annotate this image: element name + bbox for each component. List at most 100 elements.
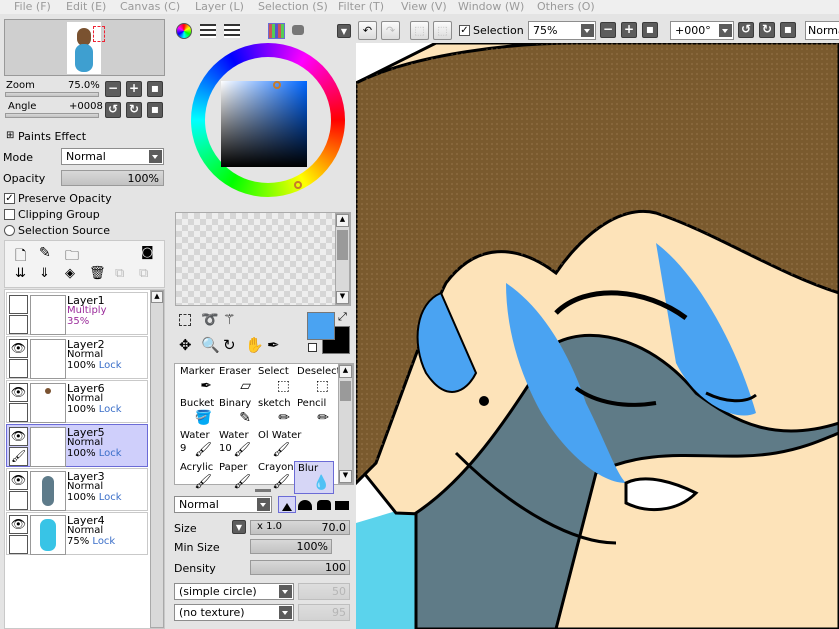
rotate-right-button[interactable]: ↻ (126, 102, 142, 118)
shape-strength-slider[interactable]: 50 (298, 583, 350, 600)
zoom-icon[interactable]: 🔍 (201, 336, 220, 354)
tool-blur[interactable]: Blur 💧 (294, 461, 334, 494)
eyedropper-icon[interactable]: ✒ (267, 336, 280, 354)
round-edge-shape-icon[interactable] (317, 500, 331, 510)
hue-cursor[interactable] (294, 181, 302, 189)
flat-edge-shape-icon[interactable] (335, 501, 349, 510)
canvas-rotate-right-button[interactable]: ↻ (759, 22, 775, 38)
layer-list-scrollbar[interactable]: ▲ (150, 290, 164, 628)
selection-visibility-checkbox[interactable]: ✓ (459, 25, 470, 36)
new-vector-layer-icon[interactable]: ✎ (39, 245, 51, 261)
layer-row-layer1[interactable]: Layer1 Multiply 35% (6, 292, 148, 335)
panel-menu-button[interactable]: ▼ (337, 24, 351, 38)
navigator-preview[interactable] (4, 19, 165, 76)
canvas-rotate-left-button[interactable]: ↺ (738, 22, 754, 38)
tool-paper[interactable]: Paper 🖌 (216, 461, 254, 492)
layer-row-layer3[interactable]: 👁 Layer3 Normal 100% Lock (6, 468, 148, 511)
scroll-down-button[interactable]: ▼ (336, 291, 349, 304)
rect-select-icon[interactable] (179, 314, 191, 326)
scroll-up-button[interactable]: ▲ (151, 291, 163, 303)
scratchpad-tab-icon[interactable] (292, 25, 304, 35)
tool-sketch[interactable]: sketch ✏ (255, 397, 293, 428)
canvas-zoom-in-button[interactable]: + (621, 22, 637, 38)
angle-slider[interactable] (5, 113, 99, 118)
zoom-out-button[interactable]: − (105, 81, 121, 97)
hand-icon[interactable]: ✋ (245, 336, 264, 354)
opacity-slider[interactable]: 100% (61, 170, 164, 186)
soft-edge-shape-icon[interactable] (298, 500, 312, 510)
scroll-down-button[interactable]: ▼ (339, 470, 352, 483)
tool-bucket[interactable]: Bucket 🪣 (177, 397, 215, 428)
edit-lock-toggle[interactable] (9, 315, 28, 334)
scratchpad-area[interactable]: ▲ ▼ (175, 212, 351, 306)
eye-icon[interactable]: 👁 (9, 515, 28, 534)
clear-layer-icon[interactable]: ◈ (65, 266, 75, 281)
layer-row-layer6[interactable]: 👁 Layer6 Normal 100% Lock (6, 380, 148, 423)
edit-lock-toggle[interactable] (9, 491, 28, 510)
primary-color-swatch[interactable] (307, 312, 335, 340)
menu-selection[interactable]: Selection (S) (258, 0, 328, 13)
zoom-reset-button[interactable]: ▪ (147, 81, 163, 97)
canvas-zoom-reset-button[interactable]: ▪ (642, 22, 658, 38)
rotate-left-button[interactable]: ↺ (105, 102, 121, 118)
canvas-blend-select[interactable]: Norma (805, 21, 839, 40)
merge-down-icon[interactable]: ⇓ (39, 266, 50, 281)
min-size-slider[interactable]: 100% (250, 539, 332, 554)
brush-blend-select[interactable]: Normal (174, 496, 272, 513)
edit-lock-toggle[interactable] (9, 535, 28, 554)
tool-marker[interactable]: Marker ✒ (177, 365, 215, 396)
menu-others[interactable]: Others (O) (537, 0, 595, 13)
layer-mode-select[interactable]: Normal (61, 148, 164, 165)
menu-edit[interactable]: Edit (E) (66, 0, 106, 13)
eye-icon[interactable]: 👁 (9, 383, 28, 402)
menu-layer[interactable]: Layer (L) (195, 0, 244, 13)
scroll-up-button[interactable]: ▲ (339, 365, 352, 378)
eye-icon[interactable]: 👁 (9, 427, 28, 446)
tool-grid-scrollbar[interactable]: ▲ ▼ (338, 364, 353, 484)
tool-binary[interactable]: Binary ✎ (216, 397, 254, 428)
layer-row-layer5[interactable]: 👁 🖌 Layer5 Normal 100% Lock (6, 424, 148, 467)
scroll-up-button[interactable]: ▲ (336, 214, 349, 227)
menu-view[interactable]: View (V) (401, 0, 447, 13)
edit-lock-toggle[interactable] (9, 403, 28, 422)
hsv-slider-tab-icon[interactable] (224, 24, 240, 38)
eye-icon[interactable]: 👁 (9, 471, 28, 490)
tool-pencil[interactable]: Pencil ✏ (294, 397, 332, 428)
tool-water[interactable]: Water 9 🖌 (177, 429, 215, 460)
tool-select[interactable]: Select ⬚ (255, 365, 293, 396)
tool-deselect[interactable]: Deselect ⬚ (294, 365, 341, 396)
transfer-down-icon[interactable]: ⇊ (15, 266, 26, 281)
move-icon[interactable]: ✥ (179, 336, 192, 354)
canvas-zoom-select[interactable]: 75% (528, 21, 596, 40)
splitter-handle[interactable] (255, 489, 271, 492)
size-multiplier-dropdown[interactable]: ▼ (232, 520, 246, 534)
scratchpad-scrollbar[interactable]: ▲ ▼ (335, 213, 350, 305)
paints-effect-header[interactable]: ⊞ Paints Effect (4, 130, 164, 144)
rotate-icon[interactable]: ↻ (223, 336, 236, 354)
zoom-slider[interactable] (5, 92, 99, 97)
zoom-in-button[interactable]: + (126, 81, 142, 97)
undo-icon[interactable]: ↶ (358, 21, 377, 40)
menu-canvas[interactable]: Canvas (C) (120, 0, 180, 13)
color-wheel[interactable] (191, 43, 345, 197)
rgb-slider-tab-icon[interactable] (200, 24, 216, 38)
selection-source-radio[interactable] (4, 225, 15, 236)
tool-ol-water[interactable]: Ol Water 🖌 (255, 429, 301, 460)
brush-icon[interactable]: 🖌 (9, 447, 28, 466)
lasso-icon[interactable]: ➰ (201, 312, 218, 328)
layer-mask-icon[interactable]: ◙ (141, 245, 154, 260)
texture-strength-slider[interactable]: 95 (298, 604, 350, 621)
canvas-rotate-reset-button[interactable]: ▪ (780, 22, 796, 38)
menu-window[interactable]: Window (W) (458, 0, 524, 13)
visibility-toggle[interactable] (9, 295, 28, 314)
brush-shape-select[interactable]: (simple circle) (174, 583, 294, 600)
rotate-reset-button[interactable]: ▪ (147, 102, 163, 118)
preserve-opacity-checkbox[interactable]: ✓ (4, 193, 15, 204)
reset-colors-icon[interactable] (308, 343, 317, 352)
drawing-canvas[interactable] (356, 43, 839, 629)
tool-water[interactable]: Water 10 🖌 (216, 429, 254, 460)
layer-row-layer2[interactable]: 👁 Layer2 Normal 100% Lock (6, 336, 148, 379)
hard-edge-shape-icon[interactable] (278, 496, 296, 513)
color-wheel-tab-icon[interactable] (176, 23, 192, 39)
swap-colors-icon[interactable]: ⤢ (338, 310, 347, 324)
